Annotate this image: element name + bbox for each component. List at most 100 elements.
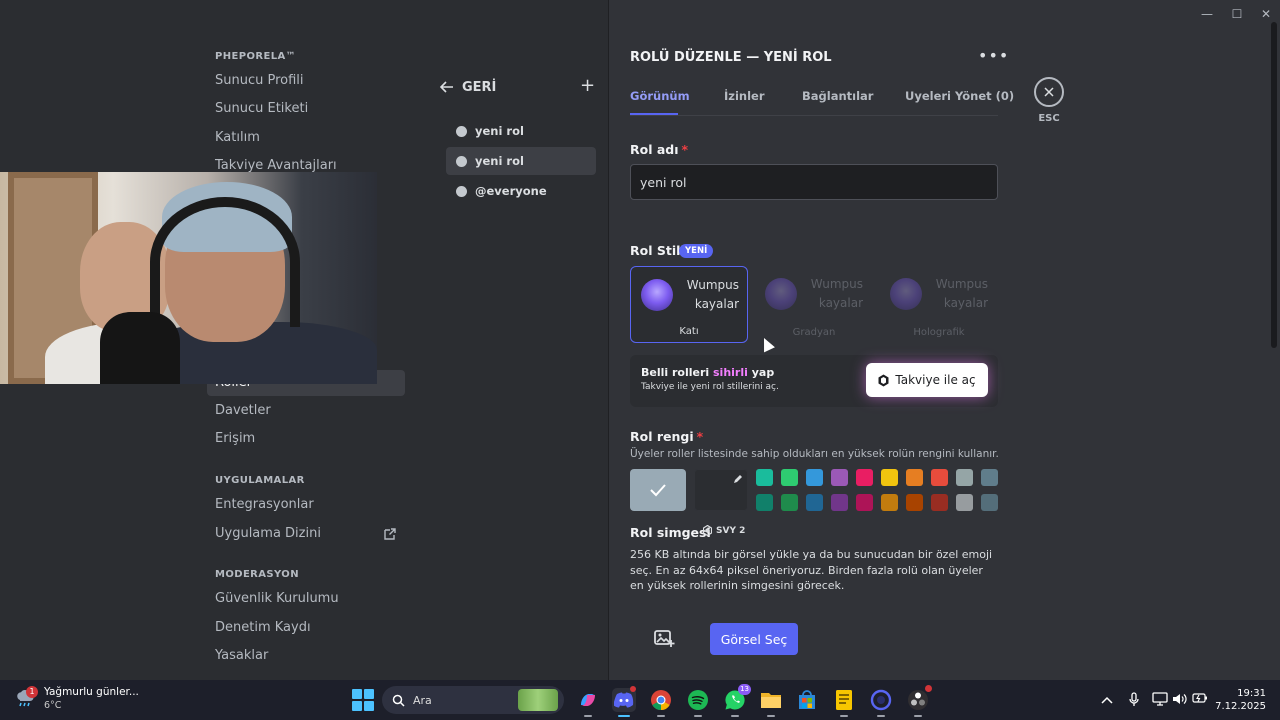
role-name-label: Rol adı *	[630, 142, 688, 157]
arrow-left-icon	[440, 81, 453, 93]
tab-manage-members[interactable]: Uyeleri Yönet (0)	[905, 89, 1014, 103]
sidebar-item-onboarding[interactable]: Katılım	[207, 125, 405, 151]
color-swatch[interactable]	[806, 494, 823, 511]
discord-notification-dot	[630, 686, 636, 692]
scrollbar-thumb[interactable]	[1271, 22, 1277, 348]
window-close-button[interactable]: ✕	[1259, 7, 1273, 21]
custom-color-picker[interactable]	[694, 469, 748, 511]
clock-date: 7.12.2025	[1215, 701, 1266, 712]
color-swatch[interactable]	[756, 469, 773, 486]
back-button[interactable]: GERİ	[440, 76, 496, 98]
notes-icon[interactable]	[832, 688, 856, 717]
taskbar-clock[interactable]: 19:31 7.12.2025	[1210, 687, 1266, 713]
app-running-indicator	[618, 715, 630, 717]
app-circle-icon[interactable]	[869, 688, 893, 717]
new-badge: YENİ	[679, 244, 714, 258]
file-explorer-icon[interactable]	[759, 688, 783, 717]
color-swatch[interactable]	[756, 494, 773, 511]
select-image-button[interactable]: Görsel Seç	[710, 623, 798, 655]
whatsapp-icon[interactable]: 13	[723, 684, 751, 717]
sidebar-item-invites[interactable]: Davetler	[207, 398, 405, 424]
start-button[interactable]	[352, 689, 374, 711]
tab-display[interactable]: Görünüm	[630, 89, 690, 103]
esc-label: ESC	[1038, 113, 1060, 124]
tab-links[interactable]: Bağlantılar	[802, 89, 873, 103]
clock-time: 19:31	[1237, 688, 1266, 699]
unlock-with-boost-button[interactable]: Takviye ile aç	[866, 363, 988, 397]
windows-logo-quadrant	[364, 689, 374, 699]
boost-promo-subtitle: Takviye ile yeni rol stillerini aç.	[641, 382, 779, 392]
color-swatch[interactable]	[906, 469, 923, 486]
color-swatch[interactable]	[931, 469, 948, 486]
window-maximize-button[interactable]: ☐	[1230, 7, 1244, 21]
more-options-button[interactable]: •••	[978, 48, 1008, 66]
default-color-swatch[interactable]	[630, 469, 686, 511]
role-list-item-everyone[interactable]: @everyone	[446, 177, 596, 205]
weather-widget[interactable]: 1 Yağmurlu günler... 6°C	[14, 686, 139, 712]
color-swatch[interactable]	[956, 469, 973, 486]
color-swatch[interactable]	[956, 494, 973, 511]
add-role-button[interactable]: +	[580, 77, 595, 95]
tab-permissions[interactable]: İzinler	[724, 89, 765, 103]
color-swatch[interactable]	[831, 469, 848, 486]
active-tab-indicator	[630, 113, 678, 115]
discord-icon[interactable]	[612, 686, 636, 717]
server-level-badge: SVY 2	[703, 525, 745, 536]
volume-icon[interactable]	[1172, 692, 1188, 708]
sidebar-item-safety-setup[interactable]: Güvenlik Kurulumu	[207, 586, 405, 612]
webcam-microphone	[100, 312, 180, 384]
webcam-overlay	[0, 172, 377, 384]
sidebar-item-bans[interactable]: Yasaklar	[207, 643, 405, 669]
color-swatch[interactable]	[856, 494, 873, 511]
microphone-icon[interactable]	[1126, 692, 1142, 708]
color-swatch[interactable]	[831, 494, 848, 511]
role-icon-label: Rol simgesi	[630, 525, 711, 540]
spotify-icon[interactable]	[686, 688, 710, 717]
window-minimize-button[interactable]: —	[1200, 7, 1214, 21]
pencil-icon	[734, 475, 742, 483]
image-upload-icon[interactable]	[653, 627, 675, 649]
windows-taskbar	[0, 680, 1280, 720]
color-swatch[interactable]	[881, 469, 898, 486]
page-title: ROLÜ DÜZENLE — YENİ ROL	[630, 50, 832, 65]
color-swatch[interactable]	[856, 469, 873, 486]
role-name-label-text: Rol adı	[630, 142, 679, 157]
color-swatch[interactable]	[931, 494, 948, 511]
role-style-solid[interactable]: Wumpus kayalar Katı	[630, 266, 748, 343]
color-swatch[interactable]	[781, 494, 798, 511]
sidebar-item-server-profile[interactable]: Sunucu Profili	[207, 68, 405, 94]
role-color-label: Rol rengi *	[630, 429, 703, 444]
network-icon[interactable]	[1152, 692, 1168, 708]
sidebar-item-audit-log[interactable]: Denetim Kaydı	[207, 615, 405, 641]
color-swatch[interactable]	[881, 494, 898, 511]
role-color-label-text: Rol rengi	[630, 429, 694, 444]
chevron-up-icon[interactable]	[1099, 692, 1115, 708]
windows-logo-quadrant	[352, 689, 362, 699]
color-swatch[interactable]	[781, 469, 798, 486]
role-list-item-label: @everyone	[475, 184, 547, 198]
role-style-holographic[interactable]: Wumpus kayalar Holografik	[880, 266, 998, 343]
sidebar-item-integrations[interactable]: Entegrasyonlar	[207, 492, 405, 518]
sidebar-item-access[interactable]: Erişim	[207, 426, 405, 452]
sidebar-item-server-tag[interactable]: Sunucu Etiketi	[207, 96, 405, 122]
color-swatch[interactable]	[981, 494, 998, 511]
obs-icon[interactable]	[906, 685, 932, 717]
role-list-item-selected[interactable]: yeni rol	[446, 147, 596, 175]
role-color-dot	[456, 125, 467, 137]
taskbar-search[interactable]: Ara	[382, 686, 564, 714]
sidebar-item-app-directory[interactable]: Uygulama Dizini	[207, 521, 405, 547]
role-list-item[interactable]: yeni rol	[446, 117, 596, 145]
color-swatch[interactable]	[906, 494, 923, 511]
chrome-icon[interactable]	[649, 688, 673, 717]
role-name-input[interactable]	[630, 164, 998, 200]
close-button[interactable]	[1034, 77, 1064, 107]
microsoft-store-icon[interactable]	[795, 688, 819, 712]
checkmark-icon	[650, 484, 666, 497]
app-running-indicator	[840, 715, 848, 717]
battery-icon[interactable]	[1192, 692, 1208, 708]
color-swatch[interactable]	[806, 469, 823, 486]
app-running-indicator	[657, 715, 665, 717]
role-style-gradient[interactable]: Wumpus kayalar Gradyan	[755, 266, 873, 343]
color-swatch[interactable]	[981, 469, 998, 486]
copilot-icon[interactable]	[576, 688, 600, 717]
